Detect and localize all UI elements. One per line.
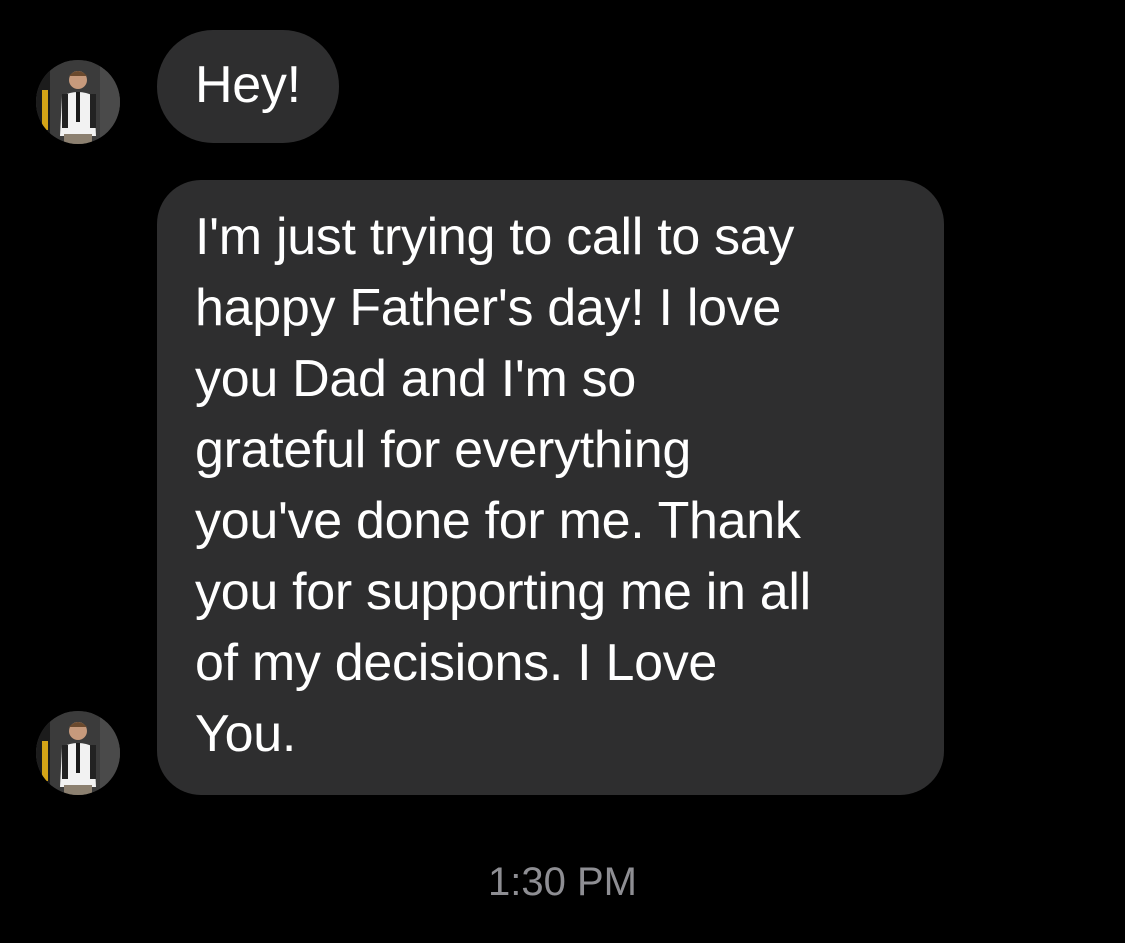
message-bubble[interactable]: Hey!: [157, 30, 339, 143]
message-bubble[interactable]: I'm just trying to call to say happy Fat…: [157, 180, 944, 795]
sender-avatar[interactable]: [36, 711, 120, 795]
avatar-photo-icon: [36, 60, 120, 144]
message-timestamp: 1:30 PM: [488, 860, 637, 904]
avatar-photo-icon: [36, 711, 120, 795]
message-text: Hey!: [195, 56, 301, 114]
message-text: I'm just trying to call to say happy Fat…: [195, 208, 811, 763]
sender-avatar[interactable]: [36, 60, 120, 144]
